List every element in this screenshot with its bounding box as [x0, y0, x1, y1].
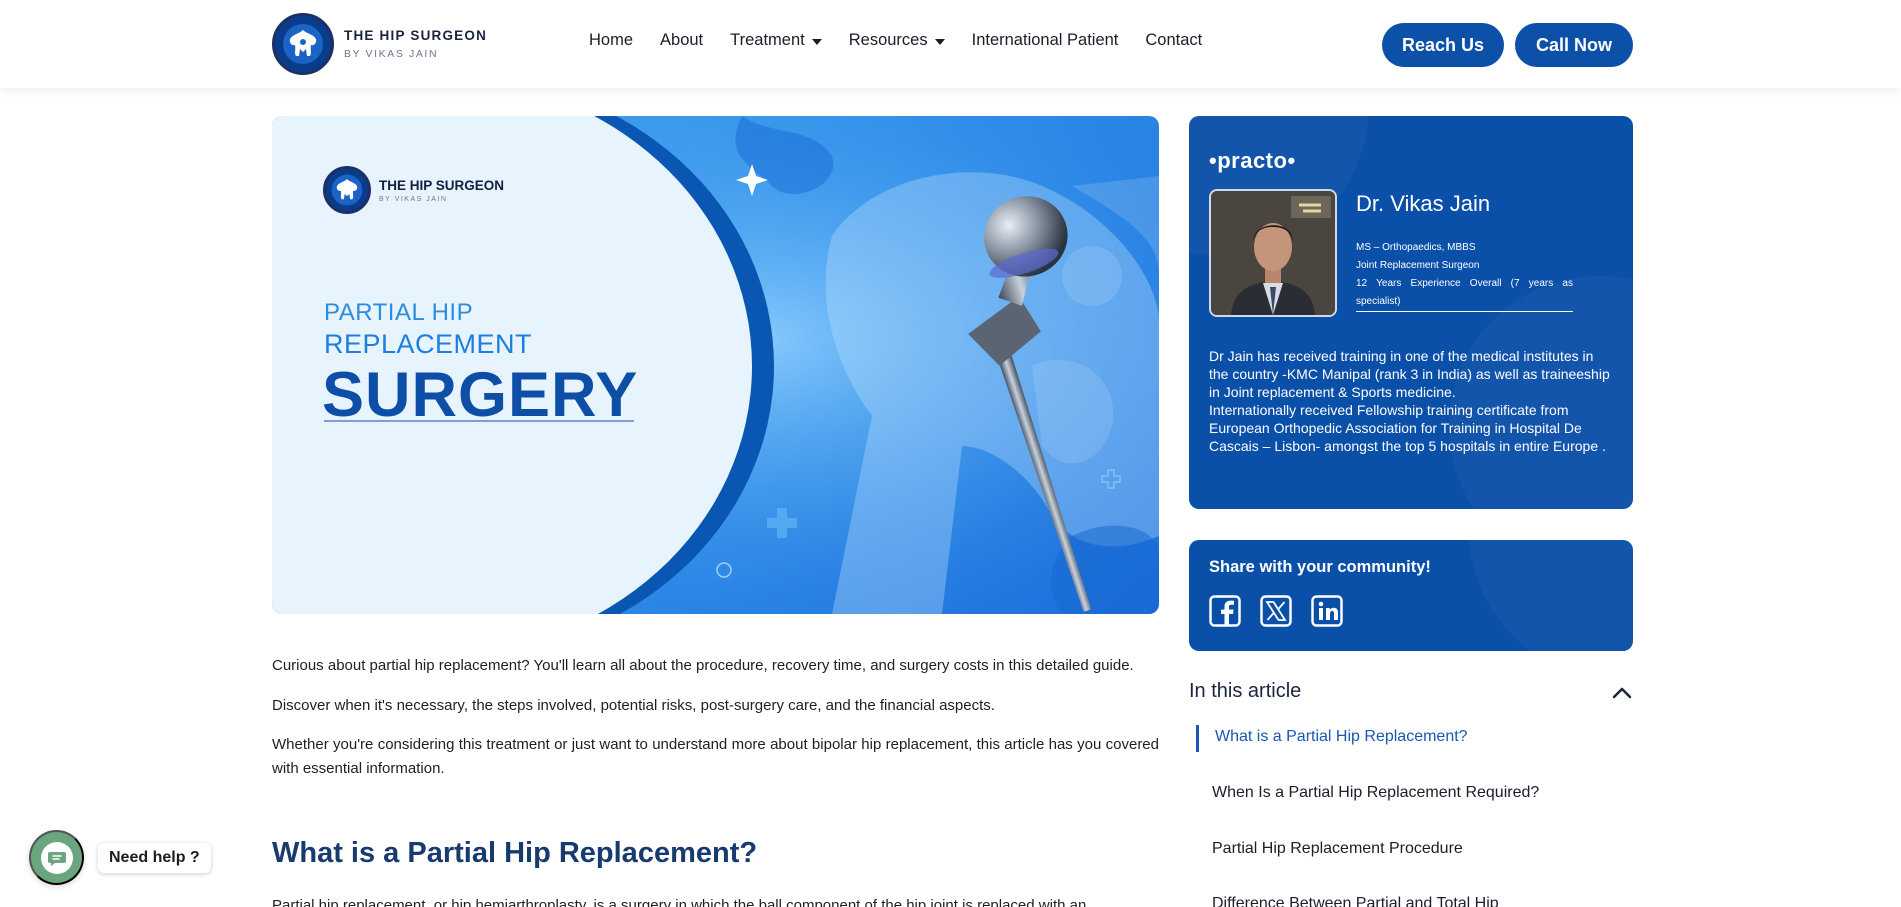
nav-treatment[interactable]: Treatment [730, 31, 822, 50]
intro-paragraph: Discover when it's necessary, the steps … [272, 697, 995, 714]
toc-active-indicator [1196, 725, 1199, 752]
intro-paragraph: Curious about partial hip replacement? Y… [272, 657, 1134, 674]
share-card: Share with your community! [1189, 540, 1633, 651]
hero-logo-title: THE HIP SURGEON [379, 177, 505, 193]
nav-contact[interactable]: Contact [1145, 31, 1202, 50]
hip-logo-icon [272, 13, 334, 75]
chat-help-button[interactable] [29, 830, 84, 885]
doctor-role: Joint Replacement Surgeon [1356, 260, 1480, 271]
reach-us-button[interactable]: Reach Us [1382, 23, 1504, 67]
doctor-photo [1209, 189, 1337, 317]
practo-logo[interactable]: •practo• [1209, 148, 1296, 174]
card-decoration [1469, 540, 1633, 651]
section-heading: What is a Partial Hip Replacement? [272, 837, 758, 869]
facebook-icon[interactable] [1209, 595, 1241, 627]
nav-international-patient[interactable]: International Patient [972, 31, 1119, 50]
chevron-down-icon [934, 38, 945, 45]
article-intro: Curious about partial hip replacement? Y… [272, 654, 1159, 797]
hero-title-line2: REPLACEMENT [324, 329, 533, 359]
nav-resources[interactable]: Resources [849, 31, 945, 50]
logo-subtitle: BY VIKAS JAIN [344, 48, 439, 60]
doctor-experience: 12 Years Experience Overall (7 years as … [1356, 278, 1573, 307]
linkedin-icon[interactable] [1311, 595, 1343, 627]
hero-banner-image: THE HIP SURGEON BY VIKAS JAIN PARTIAL HI… [272, 116, 1159, 614]
toc-header[interactable]: In this article [1189, 680, 1633, 708]
toc-title: In this article [1189, 680, 1302, 702]
chat-icon [40, 841, 73, 874]
chevron-down-icon [811, 38, 822, 45]
nav-home[interactable]: Home [589, 31, 633, 50]
hip-logo-icon [323, 166, 371, 214]
intro-paragraph: Whether you're considering this treatmen… [272, 736, 1159, 777]
main-nav: Home About Treatment Resources Internati… [589, 31, 1202, 50]
hero-title-line1: PARTIAL HIP [324, 299, 474, 326]
nav-about[interactable]: About [660, 31, 703, 50]
logo-title: THE HIP SURGEON [344, 28, 488, 43]
hero-logo-subtitle: BY VIKAS JAIN [379, 195, 448, 203]
x-twitter-icon[interactable] [1260, 595, 1292, 627]
doctor-profile-card: •practo• Dr. Vikas Jain MS – Orthopaedic… [1189, 116, 1633, 509]
share-title: Share with your community! [1209, 558, 1431, 576]
section-paragraph: Partial hip replacement, or hip hemiarth… [272, 897, 1087, 907]
toc-item[interactable]: Partial Hip Replacement Procedure [1212, 840, 1463, 858]
doctor-degree: MS – Orthopaedics, MBBS [1356, 242, 1476, 253]
site-logo[interactable]: THE HIP SURGEON BY VIKAS JAIN [272, 13, 487, 75]
need-help-label[interactable]: Need help ? [98, 843, 211, 873]
chevron-up-icon[interactable] [1611, 684, 1633, 702]
site-header: THE HIP SURGEON BY VIKAS JAIN Home About… [0, 0, 1901, 88]
hero-underline [324, 420, 634, 422]
call-now-button[interactable]: Call Now [1515, 23, 1633, 67]
toc-item[interactable]: When Is a Partial Hip Replacement Requir… [1212, 784, 1539, 802]
toc-item[interactable]: Difference Between Partial and Total Hip [1212, 895, 1499, 907]
doctor-bio: Dr Jain has received training in one of … [1209, 348, 1610, 454]
toc-item[interactable]: What is a Partial Hip Replacement? [1215, 728, 1468, 746]
doctor-credentials: MS – Orthopaedics, MBBS Joint Replacemen… [1356, 239, 1573, 312]
hero-logo: THE HIP SURGEON BY VIKAS JAIN [323, 166, 504, 214]
doctor-name: Dr. Vikas Jain [1356, 191, 1491, 216]
share-icons [1209, 595, 1343, 627]
